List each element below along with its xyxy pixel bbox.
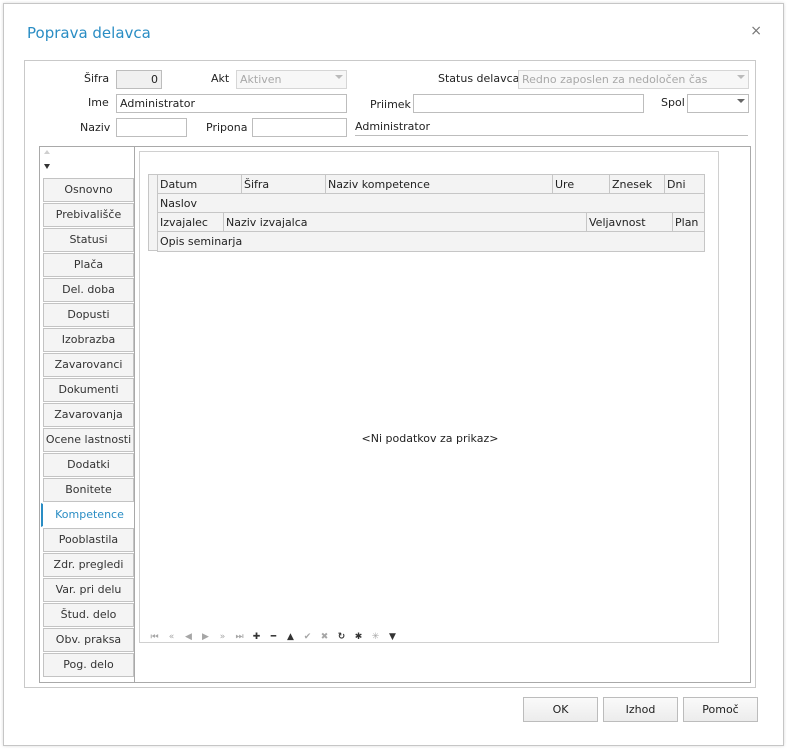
last-icon[interactable]: ⏭ (231, 630, 248, 644)
prev-page-icon[interactable]: « (163, 630, 180, 644)
spol-dropdown[interactable] (687, 94, 749, 113)
tab-zavarovanci[interactable]: Zavarovanci (43, 353, 134, 377)
spol-label: Spol (661, 96, 685, 109)
akt-label: Akt (211, 72, 230, 85)
tab-zdr-pregledi[interactable]: Zdr. pregledi (43, 553, 134, 577)
pripona-label: Pripona (206, 121, 248, 134)
post-icon[interactable]: ✔ (299, 630, 316, 644)
status-value: Redno zaposlen za nedoločen čas (522, 73, 708, 86)
refresh-icon[interactable]: ↻ (333, 630, 350, 644)
naziv-label: Naziv (80, 121, 111, 134)
status-label: Status delavca (438, 72, 520, 85)
pripona-field[interactable] (252, 118, 347, 137)
akt-value: Aktiven (240, 73, 282, 86)
tab-zavarovanja[interactable]: Zavarovanja (43, 403, 134, 427)
tab-var-pri-delu[interactable]: Var. pri delu (43, 578, 134, 602)
tab-ocene-lastnosti[interactable]: Ocene lastnosti (43, 428, 134, 452)
tab-pog-delo[interactable]: Pog. delo (43, 653, 134, 677)
col-naziv-izvajalca[interactable]: Naziv izvajalca (224, 213, 587, 231)
tab-bonitete[interactable]: Bonitete (43, 478, 134, 502)
col-datum[interactable]: Datum (158, 175, 242, 193)
dialog-title: Poprava delavca (27, 24, 151, 42)
naziv-field[interactable] (116, 118, 187, 137)
add-icon[interactable]: ✚ (248, 630, 265, 644)
priimek-label: Priimek (370, 98, 411, 111)
tab-dopusti[interactable]: Dopusti (43, 303, 134, 327)
first-icon[interactable]: ⏮ (146, 630, 163, 644)
tab-štud-delo[interactable]: Štud. delo (43, 603, 134, 627)
exit-button[interactable]: Izhod (603, 697, 678, 722)
help-button[interactable]: Pomoč (683, 697, 758, 722)
col-veljavnost[interactable]: Veljavnost (587, 213, 673, 231)
tab-obv-praksa[interactable]: Obv. praksa (43, 628, 134, 652)
header-row-4: Opis seminarja (158, 232, 704, 251)
sifra-field[interactable]: 0 (116, 70, 162, 89)
chevron-down-icon (335, 75, 343, 79)
competence-grid: Datum Šifra Naziv kompetence Ure Znesek … (139, 151, 719, 643)
tab-dokumenti[interactable]: Dokumenti (43, 378, 134, 402)
tab-del-doba[interactable]: Del. doba (43, 278, 134, 302)
tab-dodatki[interactable]: Dodatki (43, 453, 134, 477)
header-row-3: Izvajalec Naziv izvajalca Veljavnost Pla… (158, 213, 704, 232)
close-icon[interactable]: × (750, 23, 762, 39)
edit-icon[interactable]: ▲ (282, 630, 299, 644)
prev-icon[interactable]: ◀ (180, 630, 197, 644)
tab-plača[interactable]: Plača (43, 253, 134, 277)
col-ure[interactable]: Ure (553, 175, 610, 193)
col-naslov[interactable]: Naslov (158, 194, 704, 212)
col-izvajalec[interactable]: Izvajalec (158, 213, 224, 231)
col-plan[interactable]: Plan (673, 213, 704, 231)
tab-prebivališče[interactable]: Prebivališče (43, 203, 134, 227)
chevron-down-icon (737, 99, 745, 103)
header-row-2: Naslov (158, 194, 704, 213)
header-row-1: Datum Šifra Naziv kompetence Ure Znesek … (158, 175, 704, 194)
tab-statusi[interactable]: Statusi (43, 228, 134, 252)
tab-pooblastila[interactable]: Pooblastila (43, 528, 134, 552)
status-dropdown[interactable]: Redno zaposlen za nedoločen čas (518, 70, 749, 89)
filter-icon[interactable]: ▼ (384, 630, 401, 644)
col-opis-seminarja[interactable]: Opis seminarja (158, 232, 704, 251)
tab-osnovno[interactable]: Osnovno (43, 178, 134, 202)
ok-button[interactable]: OK (523, 697, 598, 722)
ime-field[interactable]: Administrator (116, 94, 347, 113)
bookmark-icon[interactable]: ✱ (350, 630, 367, 644)
tab-izobrazba[interactable]: Izobrazba (43, 328, 134, 352)
col-naziv-kompetence[interactable]: Naziv kompetence (326, 175, 553, 193)
tab-content: Datum Šifra Naziv kompetence Ure Znesek … (134, 146, 751, 683)
delete-icon[interactable]: ━ (265, 630, 282, 644)
ime-label: Ime (88, 96, 109, 109)
goto-bookmark-icon[interactable]: ✳ (367, 630, 384, 644)
empty-message: <Ni podatkov za prikaz> (361, 432, 499, 445)
akt-dropdown[interactable]: Aktiven (236, 70, 347, 89)
next-page-icon[interactable]: » (214, 630, 231, 644)
display-name: Administrator (355, 118, 748, 136)
col-dni[interactable]: Dni (665, 175, 704, 193)
col-sifra[interactable]: Šifra (242, 175, 326, 193)
chevron-down-icon (737, 75, 745, 79)
sifra-label: Šifra (84, 72, 110, 85)
tab-kompetence[interactable]: Kompetence (41, 503, 137, 527)
tab-list: Osnovno Prebivališče Statusi Plača Del. doba… (41, 178, 137, 678)
priimek-field[interactable] (413, 94, 644, 113)
next-icon[interactable]: ▶ (197, 630, 214, 644)
grid-header: Datum Šifra Naziv kompetence Ure Znesek … (157, 174, 705, 252)
col-znesek[interactable]: Znesek (610, 175, 665, 193)
grid-navigator: ⏮ «◀ ▶» ⏭ ✚ ━ ▲ ✔ ✖ ↻ ✱ ✳ ▼ (146, 630, 401, 644)
cancel-icon[interactable]: ✖ (316, 630, 333, 644)
